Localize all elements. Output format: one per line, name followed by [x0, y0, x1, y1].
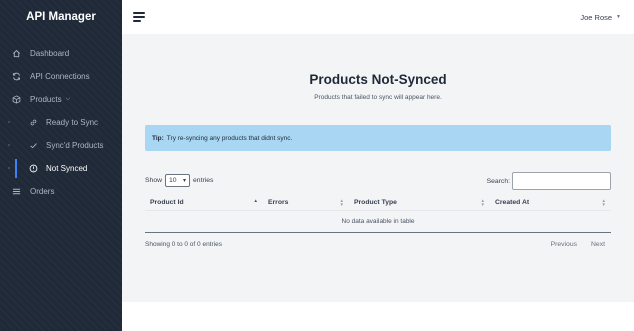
- column-label: Created At: [495, 199, 530, 206]
- page-title: Products Not-Synced: [309, 72, 447, 87]
- page-subtitle: Products that failed to sync will appear…: [314, 94, 442, 101]
- tip-text: Try re-syncing any products that didnt s…: [166, 134, 293, 142]
- sort-icon: ▲ ▼: [480, 197, 485, 207]
- home-icon: [12, 49, 21, 58]
- user-name: Joe Rose: [580, 12, 613, 22]
- link-icon: [29, 118, 38, 127]
- pagination: Previous Next: [551, 241, 605, 248]
- search-input[interactable]: [512, 172, 611, 190]
- column-header-product-type[interactable]: Product Type ▲ ▼: [349, 195, 490, 211]
- sidebar-item-label: Ready to Sync: [46, 118, 99, 127]
- table-empty-row: No data available in table: [145, 211, 611, 233]
- entries-value: 10: [169, 176, 177, 184]
- search-label: Search:: [486, 177, 510, 185]
- previous-button[interactable]: Previous: [551, 241, 577, 248]
- sidebar-item-label: Products: [30, 95, 62, 104]
- entries-label: entries: [193, 176, 214, 184]
- sidebar-item-dashboard[interactable]: Dashboard: [0, 42, 122, 65]
- main-content: Products Not-Synced Products that failed…: [122, 34, 634, 302]
- menu-toggle-icon[interactable]: [133, 12, 145, 22]
- column-label: Errors: [268, 199, 289, 206]
- sidebar-item-label: Not Synced: [46, 164, 88, 173]
- tip-label: Tip:: [152, 134, 164, 142]
- sidebar-item-label: Orders: [30, 187, 55, 196]
- next-button[interactable]: Next: [591, 241, 605, 248]
- box-icon: [12, 95, 21, 104]
- column-label: Product Id: [150, 199, 184, 206]
- alert-circle-icon: [29, 164, 38, 173]
- sidebar-item-ready-to-sync[interactable]: Ready to Sync: [0, 111, 122, 134]
- sort-icon: ▲ ▼: [339, 197, 344, 207]
- sidebar-item-label: Dashboard: [30, 49, 70, 58]
- bullet-dot: [8, 121, 10, 123]
- table-search: Search:: [487, 172, 611, 190]
- products-table: Product Id ▲ Errors ▲ ▼ Product Type ▲ ▼ C…: [145, 195, 611, 233]
- sidebar: API Manager Dashboard API Connections Pr…: [0, 0, 122, 331]
- table-controls: Show 10 ▾ entries Search:: [145, 172, 611, 191]
- sync-icon: [12, 72, 21, 81]
- column-header-errors[interactable]: Errors ▲ ▼: [263, 195, 349, 211]
- column-header-product-id[interactable]: Product Id ▲: [145, 195, 263, 211]
- bullet-dot: [8, 144, 10, 146]
- list-icon: [12, 187, 21, 196]
- column-label: Product Type: [354, 199, 397, 206]
- sidebar-item-syncd-products[interactable]: Sync'd Products: [0, 134, 122, 157]
- sidebar-item-products[interactable]: Products ⌵: [0, 88, 122, 111]
- sidebar-item-label: Sync'd Products: [46, 141, 104, 150]
- sidebar-item-not-synced[interactable]: Not Synced: [0, 157, 122, 180]
- sort-icon: ▲ ▼: [601, 197, 606, 207]
- user-menu[interactable]: Joe Rose ▼: [580, 13, 621, 22]
- topbar: Joe Rose ▼: [122, 0, 634, 34]
- sort-asc-icon: ▲: [253, 197, 258, 203]
- sidebar-nav: Dashboard API Connections Products ⌵ Rea…: [0, 42, 122, 203]
- caret-down-icon: ▼: [616, 14, 621, 20]
- select-arrow-icon: ▾: [183, 177, 187, 184]
- entries-select[interactable]: 10 ▾: [165, 173, 191, 187]
- show-label: Show: [145, 176, 163, 184]
- sidebar-item-orders[interactable]: Orders: [0, 180, 122, 203]
- sidebar-item-api-connections[interactable]: API Connections: [0, 65, 122, 88]
- app-brand[interactable]: API Manager: [0, 0, 122, 34]
- footer: [122, 302, 634, 331]
- column-header-created-at[interactable]: Created At ▲ ▼: [490, 195, 611, 211]
- tip-alert: Tip: Try re-syncing any products that di…: [145, 125, 611, 151]
- check-icon: [29, 141, 38, 150]
- entries-length: Show 10 ▾ entries: [145, 173, 213, 187]
- sidebar-item-label: API Connections: [30, 72, 90, 81]
- table-header: Product Id ▲ Errors ▲ ▼ Product Type ▲ ▼ C…: [145, 195, 611, 211]
- bullet-dot: [8, 167, 10, 169]
- table-info: Showing 0 to 0 of 0 entries: [145, 241, 222, 248]
- chevron-down-icon: ⌵: [65, 96, 71, 102]
